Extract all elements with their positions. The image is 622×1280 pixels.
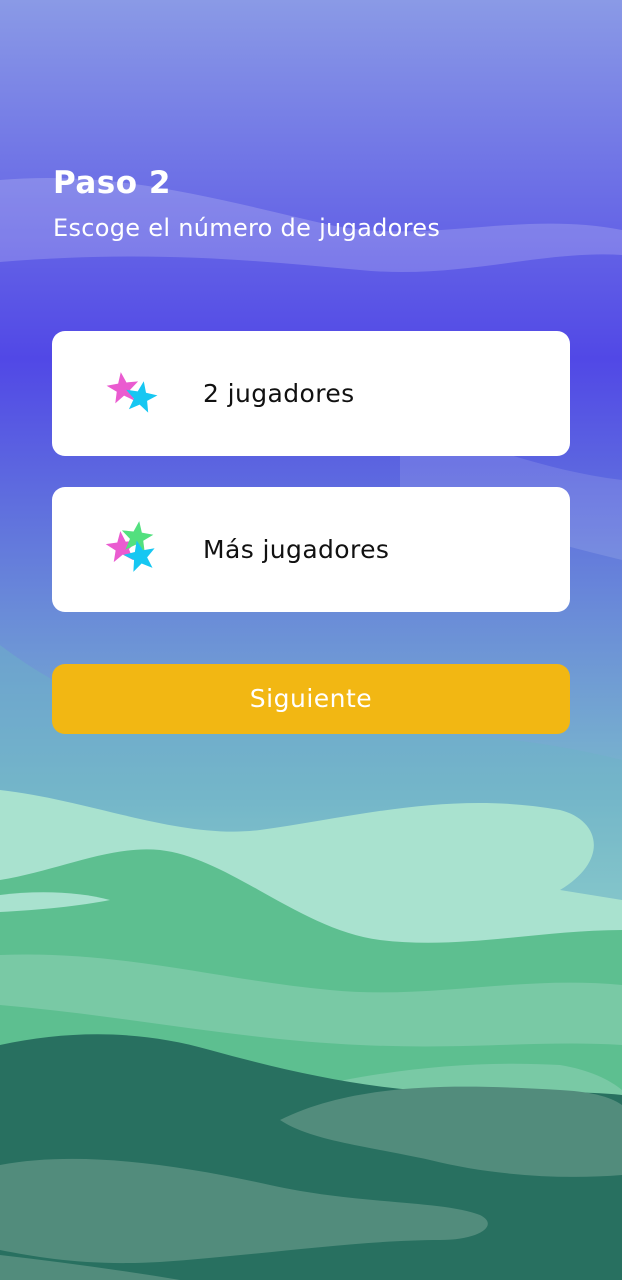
step-title: Paso 2 xyxy=(53,165,171,201)
option-more-players[interactable]: Más jugadores xyxy=(52,487,570,612)
two-stars-icon xyxy=(106,372,158,413)
game-setup-screen: Paso 2 Escoge el número de jugadores 2 j… xyxy=(0,0,622,1280)
option-label: 2 jugadores xyxy=(203,379,355,408)
three-stars-icon xyxy=(105,521,155,572)
option-two-players[interactable]: 2 jugadores xyxy=(52,331,570,456)
step-header: Paso 2 Escoge el número de jugadores xyxy=(53,160,593,250)
next-button[interactable]: Siguiente xyxy=(52,664,570,734)
option-label: Más jugadores xyxy=(203,535,390,564)
step-subtitle: Escoge el número de jugadores xyxy=(53,214,441,242)
